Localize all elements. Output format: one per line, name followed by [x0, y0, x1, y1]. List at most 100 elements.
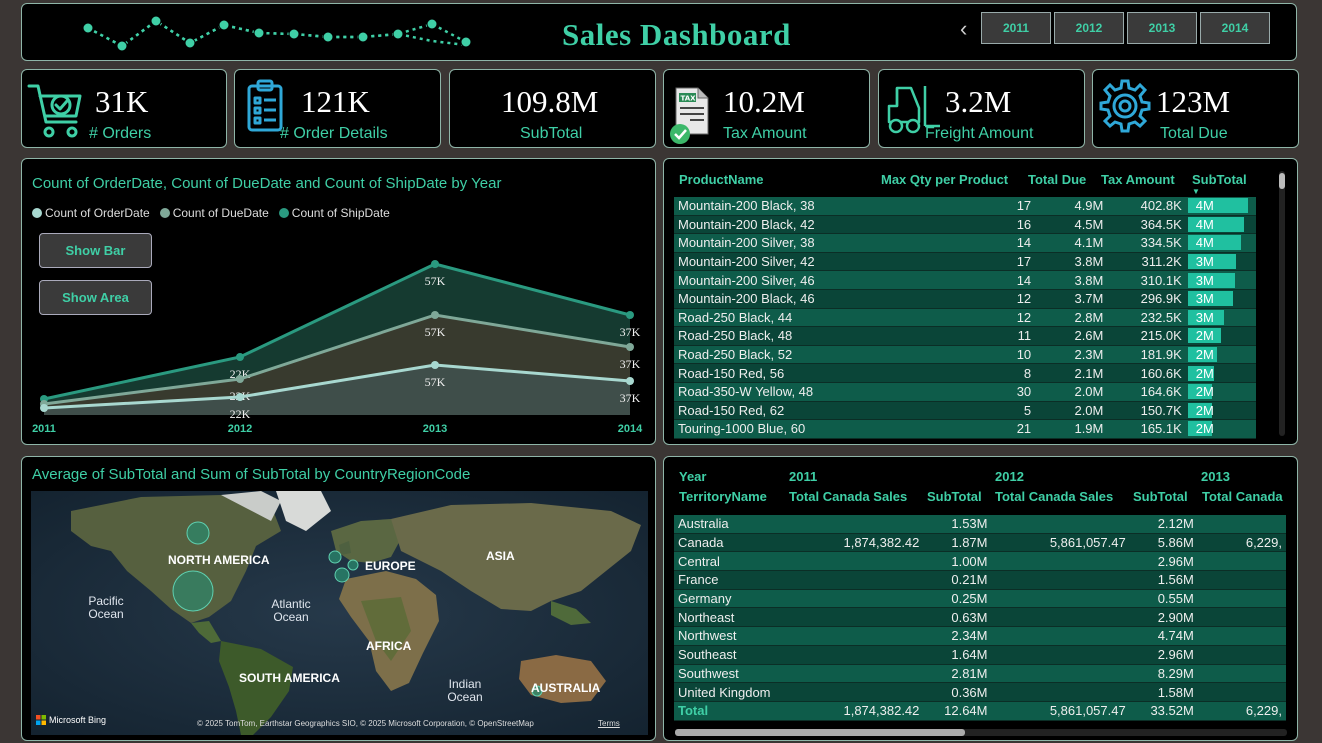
- total-due: 2.1M: [1035, 363, 1108, 383]
- vertical-scrollbar[interactable]: [1279, 171, 1285, 436]
- canada-sales-2012: [991, 626, 1130, 646]
- max-qty: 14: [882, 233, 1036, 253]
- map-label-africa: AFRICA: [366, 639, 412, 653]
- matrix-year-2011[interactable]: 2011: [789, 469, 817, 484]
- table-row[interactable]: Road-250 Black, 52 10 2.3M 181.9K 2M: [674, 345, 1256, 365]
- year-button-2014[interactable]: 2014: [1200, 12, 1270, 44]
- map-label-pacific-ocean: Pacific Ocean: [88, 594, 124, 621]
- subtotal-bar: 4M: [1187, 235, 1241, 251]
- data-point[interactable]: [236, 393, 244, 401]
- col-header-max-qty[interactable]: Max Qty per Product: [881, 172, 1008, 187]
- matrix-row-header[interactable]: TerritoryName: [679, 489, 767, 504]
- territory-name: Germany: [674, 589, 786, 609]
- col-header-canada-2012[interactable]: Total Canada Sales: [995, 489, 1113, 504]
- territory-name: Northeast: [674, 607, 786, 628]
- subtotal-bar: 2M: [1187, 421, 1214, 437]
- chevron-left-icon[interactable]: ‹: [960, 16, 967, 42]
- year-button-2011[interactable]: 2011: [981, 12, 1051, 44]
- map-panel: Average of SubTotal and Sum of SubTotal …: [21, 456, 656, 741]
- territory-name: Total: [674, 701, 786, 721]
- col-header-subtotal-2011[interactable]: SubTotal: [927, 489, 982, 504]
- chart-title: Count of OrderDate, Count of DueDate and…: [32, 175, 502, 192]
- data-point[interactable]: [626, 343, 634, 351]
- table-row[interactable]: Mountain-200 Black, 46 12 3.7M 296.9K 3M: [674, 289, 1256, 309]
- table-row[interactable]: France 0.21M 1.56M: [674, 570, 1286, 590]
- col-header-canada-2011[interactable]: Total Canada Sales: [789, 489, 907, 504]
- table-row[interactable]: Road-350-W Yellow, 48 30 2.0M 164.6K 2M: [674, 382, 1256, 402]
- subtotal-cell: 2M: [1185, 419, 1256, 439]
- bing-logo: Microsoft Bing: [36, 715, 106, 725]
- col-header-tax-amount[interactable]: Tax Amount: [1101, 172, 1175, 187]
- world-map[interactable]: NORTH AMERICA EUROPE ASIA AFRICA SOUTH A…: [31, 491, 648, 735]
- legend-item-shipdate[interactable]: Count of ShipDate: [278, 206, 390, 220]
- svg-text:TAX: TAX: [681, 95, 697, 103]
- data-point[interactable]: [431, 311, 439, 319]
- max-qty: 21: [882, 419, 1036, 439]
- data-point[interactable]: [626, 311, 634, 319]
- year-button-2012[interactable]: 2012: [1054, 12, 1124, 44]
- map-terms-link[interactable]: Terms: [598, 719, 620, 728]
- total-row[interactable]: Total 1,874,382.42 12.64M 5,861,057.47 33.52…: [674, 701, 1286, 721]
- territory-name: United Kingdom: [674, 682, 786, 702]
- col-header-canada-2013[interactable]: Total Canada: [1202, 489, 1286, 504]
- table-row[interactable]: Touring-1000 Blue, 60 21 1.9M 165.1K 2M: [674, 419, 1256, 439]
- table-row[interactable]: Southeast 1.64M 2.96M: [674, 645, 1286, 665]
- tax-amount: 296.9K: [1107, 289, 1186, 309]
- data-point[interactable]: [626, 377, 634, 385]
- subtotal-2011: 1.87M: [923, 533, 992, 553]
- table-row[interactable]: Northeast 0.63M 2.90M: [674, 607, 1286, 628]
- table-row[interactable]: Northwest 2.34M 4.74M: [674, 626, 1286, 646]
- subtotal-bar: 2M: [1187, 365, 1214, 381]
- data-point[interactable]: [40, 404, 48, 412]
- show-bar-button[interactable]: Show Bar: [39, 233, 152, 268]
- table-row[interactable]: Mountain-200 Silver, 46 14 3.8M 310.1K 3M: [674, 270, 1256, 290]
- table-row[interactable]: Road-250 Black, 48 11 2.6M 215.0K 2M: [674, 326, 1256, 346]
- matrix-year-2012[interactable]: 2012: [995, 469, 1024, 484]
- subtotal-cell: 4M: [1185, 197, 1256, 216]
- canada-sales-2011: [785, 551, 924, 572]
- data-point[interactable]: [236, 375, 244, 383]
- table-row[interactable]: Mountain-200 Black, 42 16 4.5M 364.5K 4M: [674, 215, 1256, 235]
- territory-matrix: Australia 1.53M 2.12M Canada 1,874,382.42 1.8…: [674, 515, 1286, 721]
- canada-sales-2012: [991, 551, 1130, 572]
- map-label-asia: ASIA: [486, 549, 515, 563]
- tax-document-icon: TAX: [670, 87, 709, 144]
- table-row[interactable]: Canada 1,874,382.42 1.87M 5,861,057.47 5.86M…: [674, 533, 1286, 553]
- col-header-subtotal[interactable]: SubTotal: [1192, 172, 1247, 187]
- col-header-subtotal-2012[interactable]: SubTotal: [1133, 489, 1188, 504]
- sort-desc-icon[interactable]: ▼: [1192, 187, 1200, 196]
- table-row[interactable]: United Kingdom 0.36M 1.58M: [674, 682, 1286, 702]
- table-row[interactable]: Road-150 Red, 62 5 2.0M 150.7K 2M: [674, 401, 1256, 421]
- canada-sales-2013: [1197, 645, 1286, 665]
- subtotal-bar: 4M: [1187, 198, 1248, 214]
- data-point[interactable]: [236, 353, 244, 361]
- horizontal-scrollbar[interactable]: [675, 729, 1287, 736]
- x-tick-label: 2013: [423, 423, 447, 435]
- table-row[interactable]: Mountain-200 Silver, 42 17 3.8M 311.2K 3M: [674, 252, 1256, 272]
- table-row[interactable]: Road-150 Red, 56 8 2.1M 160.6K 2M: [674, 363, 1256, 383]
- col-header-productname[interactable]: ProductName: [679, 172, 764, 187]
- data-point[interactable]: [431, 260, 439, 268]
- table-row[interactable]: Southwest 2.81M 8.29M: [674, 664, 1286, 684]
- territory-name: France: [674, 570, 786, 590]
- table-row[interactable]: Central 1.00M 2.96M: [674, 551, 1286, 572]
- subtotal-cell: 2M: [1185, 345, 1256, 365]
- table-row[interactable]: Mountain-200 Silver, 38 14 4.1M 334.5K 4M: [674, 233, 1256, 253]
- territory-name: Southeast: [674, 645, 786, 665]
- table-row[interactable]: Road-250 Black, 44 12 2.8M 232.5K 3M: [674, 308, 1256, 328]
- show-area-button[interactable]: Show Area: [39, 280, 152, 315]
- tax-amount: 164.6K: [1107, 382, 1186, 402]
- table-row[interactable]: Germany 0.25M 0.55M: [674, 589, 1286, 609]
- matrix-year-2013[interactable]: 2013: [1201, 469, 1230, 484]
- col-header-total-due[interactable]: Total Due: [1028, 172, 1086, 187]
- table-row[interactable]: Mountain-200 Black, 38 17 4.9M 402.8K 4M: [674, 197, 1256, 216]
- legend-item-orderdate[interactable]: Count of OrderDate: [32, 206, 150, 220]
- data-point[interactable]: [431, 361, 439, 369]
- year-button-2013[interactable]: 2013: [1127, 12, 1197, 44]
- legend-item-duedate[interactable]: Count of DueDate: [159, 206, 269, 220]
- table-row[interactable]: Australia 1.53M 2.12M: [674, 515, 1286, 534]
- subtotal-bar: 2M: [1187, 402, 1214, 418]
- canada-sales-2012: 5,861,057.47: [991, 701, 1130, 721]
- kpi-card-orders: 31K # Orders: [21, 69, 227, 148]
- canada-sales-2011: [785, 645, 924, 665]
